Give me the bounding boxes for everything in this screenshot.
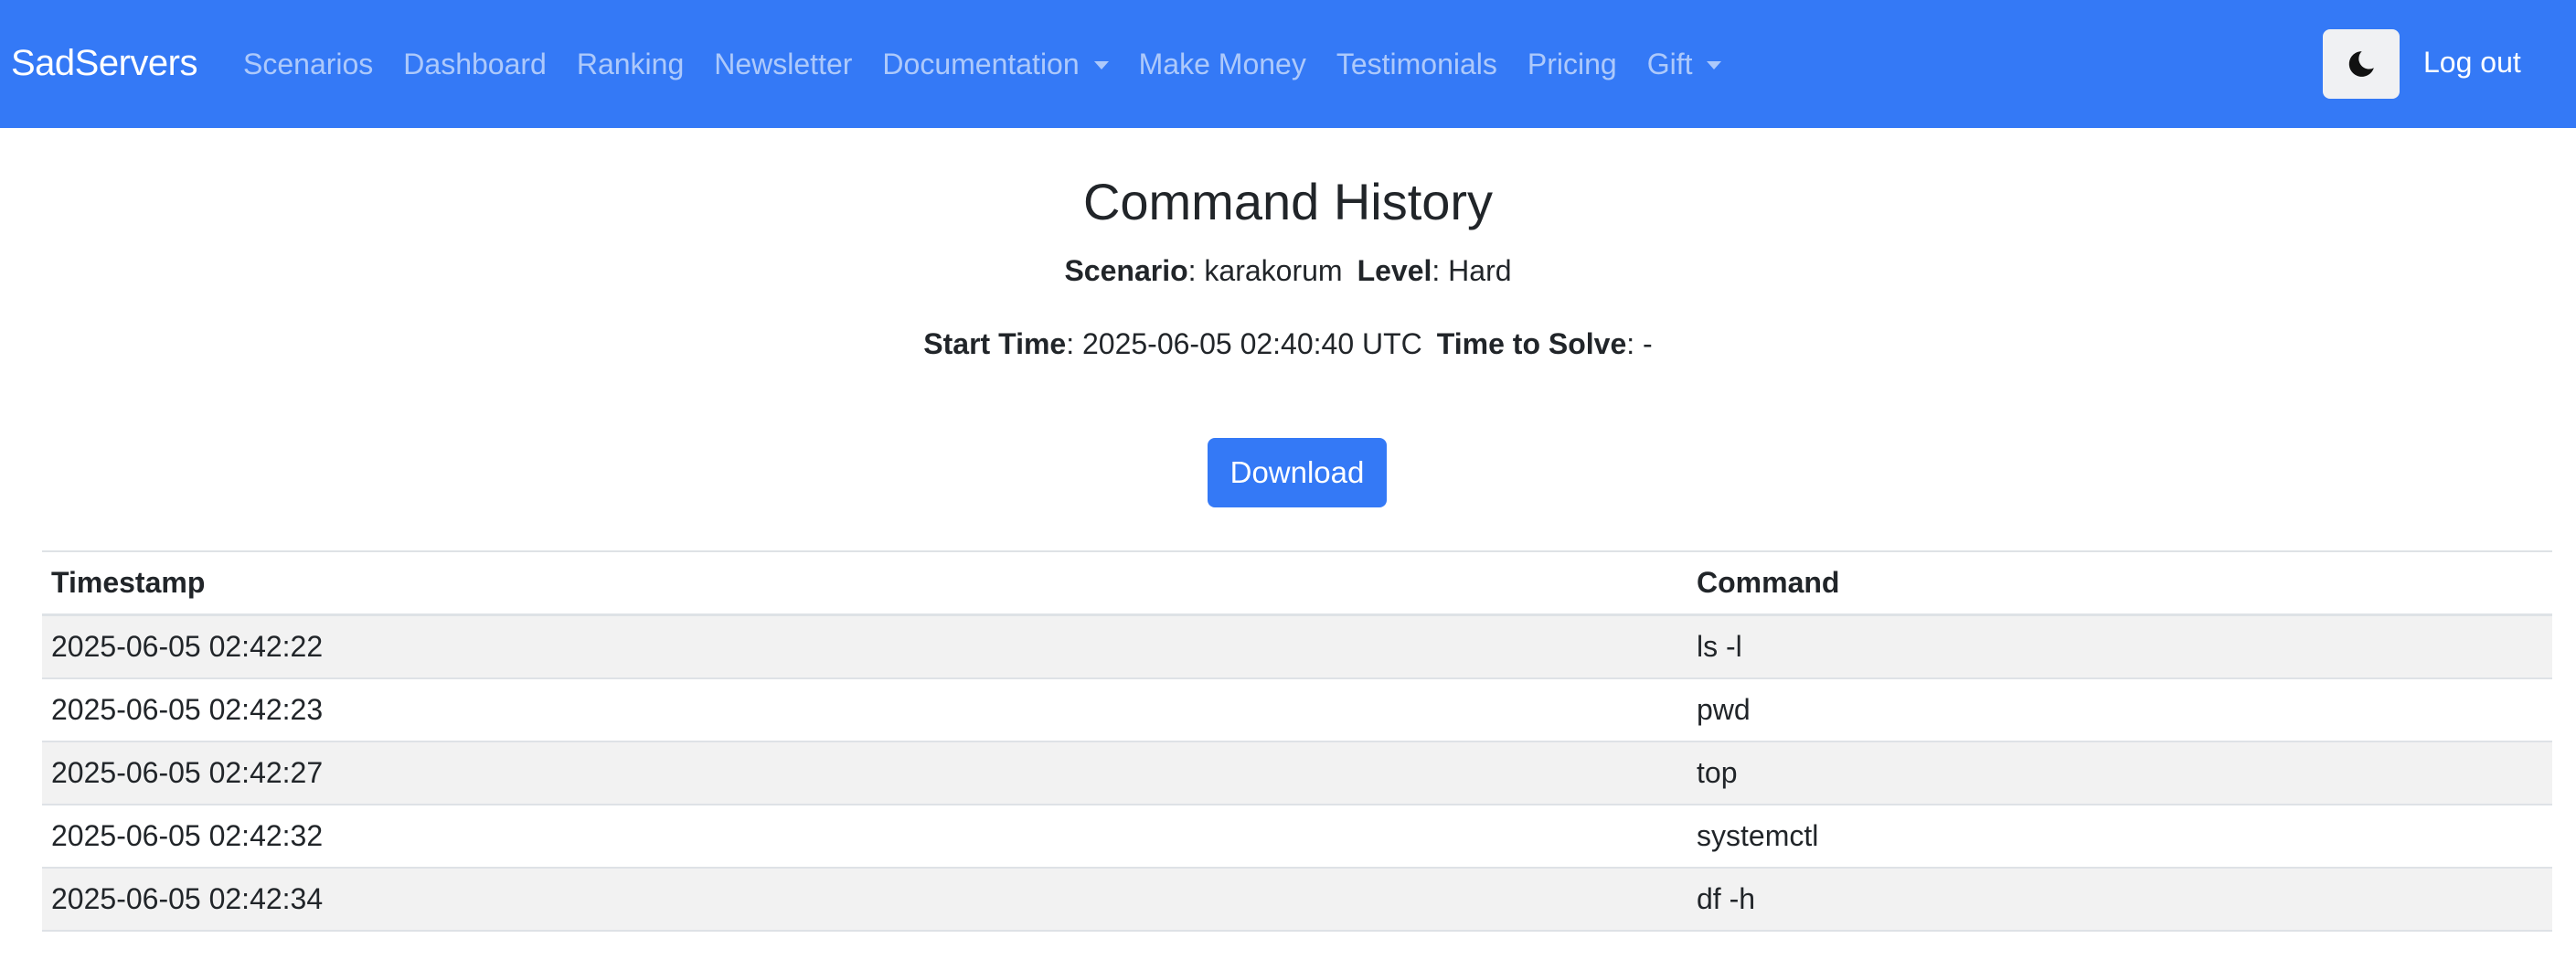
command-cell: systemctl [1697, 819, 1819, 852]
nav-link-scenarios[interactable]: Scenarios [243, 44, 373, 84]
nav-link-label: Documentation [882, 48, 1080, 80]
nav-link-label: Scenarios [243, 48, 374, 80]
command-history-table: Timestamp Command 2025-06-05 02:42:22 ls… [42, 550, 2552, 932]
nav-link-gift[interactable]: Gift [1647, 44, 1722, 84]
scenario-info: Scenario: karakorum Level: Hard [1064, 254, 1512, 287]
scenario-label: Scenario [1064, 254, 1188, 287]
time-to-solve-label: Time to Solve [1436, 327, 1627, 360]
table-row: 2025-06-05 02:42:23 pwd [42, 679, 2552, 742]
command-header: Command [1697, 566, 1840, 599]
table-header: Timestamp Command [42, 550, 2552, 616]
command-cell: df -h [1697, 882, 1756, 915]
time-to-solve-value: - [1643, 327, 1653, 360]
nav-link-label: Ranking [576, 48, 685, 80]
nav-link-pricing[interactable]: Pricing [1528, 44, 1617, 84]
start-time-value: 2025-06-05 02:40:40 UTC [1081, 327, 1422, 360]
timestamp-cell: 2025-06-05 02:42:32 [51, 819, 324, 852]
nav-link-documentation[interactable]: Documentation [882, 44, 1109, 84]
nav-link-label: Pricing [1527, 48, 1617, 80]
navbar: SadServers Scenarios Dashboard Ranking N… [0, 0, 2576, 128]
nav-link-label: Dashboard [403, 48, 547, 80]
nav-link-label: Make Money [1138, 48, 1306, 80]
timestamp-cell: 2025-06-05 02:42:27 [51, 756, 324, 789]
nav-link-newsletter[interactable]: Newsletter [714, 44, 852, 84]
command-cell: ls -l [1697, 630, 1742, 663]
nav-link-dashboard[interactable]: Dashboard [403, 44, 547, 84]
start-time-label: Start Time [923, 327, 1067, 360]
moon-icon [2348, 51, 2374, 77]
table-row: 2025-06-05 02:42:34 df -h [42, 869, 2552, 932]
download-button[interactable]: Download [1208, 438, 1387, 507]
table-row: 2025-06-05 02:42:32 systemctl [42, 805, 2552, 869]
scenario-value: karakorum [1204, 254, 1343, 287]
brand-logo[interactable]: SadServers [11, 40, 197, 86]
nav-link-label: Testimonials [1336, 48, 1497, 80]
theme-toggle-button[interactable] [2323, 29, 2400, 99]
timestamp-header: Timestamp [51, 566, 206, 599]
timestamp-cell: 2025-06-05 02:42:23 [51, 693, 324, 726]
nav-link-label: Gift [1646, 48, 1693, 80]
time-info: Start Time: 2025-06-05 02:40:40 UTC Time … [923, 327, 1653, 360]
page-title: Command History [1082, 173, 1494, 230]
nav-link-ranking[interactable]: Ranking [577, 44, 684, 84]
timestamp-cell: 2025-06-05 02:42:22 [51, 630, 324, 663]
timestamp-cell: 2025-06-05 02:42:34 [51, 882, 324, 915]
level-label: Level [1357, 254, 1432, 287]
table-row: 2025-06-05 02:42:27 top [42, 742, 2552, 805]
nav-link-label: Newsletter [714, 48, 853, 80]
table-row: 2025-06-05 02:42:22 ls -l [42, 616, 2552, 679]
command-cell: pwd [1697, 693, 1751, 726]
caret-down-icon [1707, 60, 1722, 69]
nav-links: Scenarios Dashboard Ranking Newsletter D… [243, 44, 1751, 84]
logout-link[interactable]: Log out [2423, 42, 2521, 82]
nav-link-testimonials[interactable]: Testimonials [1336, 44, 1497, 84]
caret-down-icon [1093, 60, 1109, 69]
level-value: Hard [1448, 254, 1512, 287]
nav-link-make-money[interactable]: Make Money [1139, 44, 1306, 84]
command-cell: top [1697, 756, 1738, 789]
